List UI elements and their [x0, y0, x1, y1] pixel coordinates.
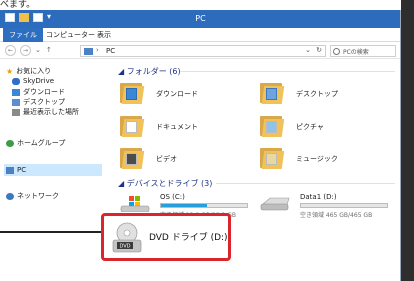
search-icon [333, 48, 340, 55]
right-edge-bar [401, 0, 414, 281]
nav-item-label: ホームグループ [17, 139, 66, 147]
folder-downloads[interactable]: ダウンロード [120, 79, 260, 109]
recent-locations-icon[interactable]: ⌄ [35, 46, 41, 54]
videos-folder-icon [120, 146, 146, 170]
folder-videos[interactable]: ビデオ [120, 144, 260, 174]
nav-item-label: SkyDrive [23, 77, 55, 85]
download-icon [12, 88, 20, 96]
chevron-down-icon[interactable]: ◢ [118, 67, 127, 76]
chevron-down-icon[interactable]: ⌄ [305, 46, 311, 54]
nav-item-network[interactable]: ネットワーク [6, 191, 59, 201]
address-toolbar: ← → ⌄ ↑ › PC ⌄ ↻ PCの検索 [0, 43, 400, 59]
folder-label: ビデオ [156, 155, 177, 163]
windows-drive-icon [120, 196, 150, 212]
folder-documents[interactable]: ドキュメント [120, 112, 260, 142]
cloud-icon [12, 77, 20, 85]
navigation-pane: ★ お気に入り SkyDrive ダウンロード デスクトップ 最近表示した場所 … [0, 60, 110, 281]
forward-button[interactable]: → [20, 45, 31, 56]
drive-name: OS (C:) [160, 193, 185, 201]
folder-label: ピクチャ [296, 123, 324, 131]
nav-item-skydrive[interactable]: SkyDrive [12, 77, 54, 85]
folders-group-header[interactable]: ◢ フォルダー (6) [118, 66, 181, 77]
dvd-drive-label: DVD ドライブ (D:) [149, 233, 228, 243]
group-divider [216, 183, 395, 184]
nav-item-label: デスクトップ [23, 98, 65, 106]
nav-item-label: PC [17, 166, 27, 174]
search-placeholder: PCの検索 [343, 49, 369, 56]
drive-data1-d[interactable]: Data1 (D:) 空き領域 465 GB/465 GB [260, 192, 400, 226]
breadcrumb-separator[interactable]: › [96, 46, 99, 54]
folder-desktop[interactable]: デスクトップ [260, 79, 400, 109]
hard-drive-icon [260, 197, 290, 211]
usage-bar-fill [161, 204, 208, 207]
nav-item-downloads[interactable]: ダウンロード [12, 87, 65, 97]
drive-free-space: 空き領域 465 GB/465 GB [300, 212, 373, 219]
nav-item-label: ダウンロード [23, 88, 65, 96]
window-title: PC [195, 14, 206, 23]
nav-item-recent[interactable]: 最近表示した場所 [12, 107, 79, 117]
pc-icon [84, 48, 93, 55]
folders-header-label: フォルダー (6) [126, 67, 181, 76]
folder-label: ドキュメント [156, 123, 198, 131]
dvd-drive-icon: DVD [112, 222, 142, 253]
tab-view[interactable]: 表示 [91, 28, 117, 42]
explorer-window: ▾ PC ファイル コンピューター 表示 ← → ⌄ ↑ › PC ⌄ ↻ PC… [0, 10, 401, 281]
nav-item-favorites[interactable]: ★ お気に入り [6, 66, 51, 76]
drives-header-label: デバイスとドライブ (3) [126, 179, 213, 188]
desktop-icon [12, 98, 20, 106]
dvd-logo-text: DVD [119, 244, 130, 250]
nav-item-label: ネットワーク [17, 192, 59, 200]
callout-line [0, 231, 101, 233]
tab-file[interactable]: ファイル [3, 28, 43, 42]
refresh-icon[interactable]: ↻ [316, 46, 322, 54]
pictures-folder-icon [260, 114, 286, 138]
title-bar: ▾ PC [0, 10, 400, 28]
ribbon: ファイル コンピューター 表示 [0, 28, 400, 42]
nav-item-desktop[interactable]: デスクトップ [12, 97, 65, 107]
nav-item-homegroup[interactable]: ホームグループ [6, 138, 65, 148]
drives-group-header[interactable]: ◢ デバイスとドライブ (3) [118, 178, 212, 189]
search-input[interactable]: PCの検索 [330, 45, 396, 57]
folder-music[interactable]: ミュージック [260, 144, 400, 174]
caption-text: べます。 [0, 0, 36, 10]
dvd-drive-highlight[interactable]: DVD DVD ドライブ (D:) [101, 213, 231, 261]
download-folder-icon [120, 81, 146, 105]
drive-usage-bar [300, 203, 388, 208]
up-button[interactable]: ↑ [46, 46, 52, 54]
homegroup-icon [6, 139, 14, 147]
documents-folder-icon [120, 114, 146, 138]
folder-label: ミュージック [296, 155, 338, 163]
star-icon: ★ [6, 66, 14, 76]
chevron-down-icon[interactable]: ◢ [118, 179, 127, 188]
desktop-folder-icon [260, 81, 286, 105]
recent-places-icon [12, 108, 20, 116]
folder-label: デスクトップ [296, 90, 338, 98]
group-divider [180, 71, 395, 72]
nav-item-label: お気に入り [16, 67, 52, 75]
music-folder-icon [260, 146, 286, 170]
breadcrumb-pc[interactable]: PC [106, 47, 115, 55]
nav-item-label: 最近表示した場所 [23, 108, 79, 116]
address-bar[interactable]: › PC ⌄ ↻ [80, 45, 326, 57]
network-icon [6, 192, 14, 200]
drive-usage-bar [160, 203, 248, 208]
back-button[interactable]: ← [5, 45, 16, 56]
nav-item-pc[interactable]: PC [6, 166, 26, 174]
folder-pictures[interactable]: ピクチャ [260, 112, 400, 142]
computer-icon [6, 166, 14, 174]
drive-name: Data1 (D:) [300, 193, 337, 201]
folder-label: ダウンロード [156, 90, 198, 98]
